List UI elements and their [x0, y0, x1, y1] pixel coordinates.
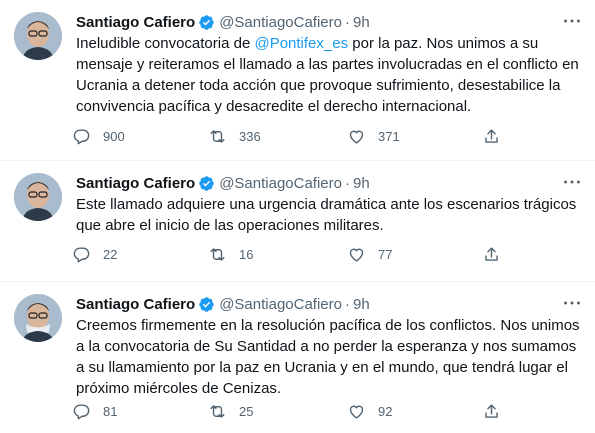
verified-badge-icon [199, 296, 214, 312]
like-button[interactable]: 77 [347, 239, 392, 269]
mention-link[interactable]: @Pontifex_es [254, 35, 348, 52]
timestamp[interactable]: 9h [353, 175, 370, 192]
reply-button[interactable]: 22 [72, 239, 117, 269]
share-button[interactable] [482, 396, 513, 426]
share-button[interactable] [482, 121, 513, 151]
tweet-3[interactable]: Santiago Cafiero @SantiagoCafiero · 9h C… [0, 282, 595, 433]
tweet-text: Ineludible convocatoria de @Pontifex_es … [76, 33, 581, 117]
timestamp[interactable]: 9h [353, 14, 370, 31]
share-icon [485, 128, 498, 143]
like-button[interactable]: 371 [347, 121, 400, 151]
reply-count: 81 [103, 403, 118, 419]
like-icon [349, 405, 364, 419]
retweet-icon [210, 404, 225, 418]
reply-button[interactable]: 900 [72, 121, 125, 151]
author-name[interactable]: Santiago Cafiero [76, 175, 195, 192]
reply-icon [73, 403, 90, 419]
separator-dot: · [345, 174, 350, 192]
tweet-text: Creemos firmemente en la resolución pací… [76, 317, 580, 397]
reply-button[interactable]: 81 [72, 396, 117, 426]
tweet-actions: 900 336 371 [72, 121, 542, 151]
tweet-text-part: Ineludible convocatoria de [76, 35, 255, 52]
avatar[interactable] [14, 12, 62, 60]
share-icon [485, 246, 498, 261]
retweet-button[interactable]: 16 [208, 239, 253, 269]
author-name[interactable]: Santiago Cafiero [76, 296, 195, 313]
avatar[interactable] [14, 294, 62, 342]
reply-count: 22 [103, 246, 118, 262]
verified-badge-icon [199, 14, 214, 30]
retweet-button[interactable]: 336 [208, 121, 261, 151]
like-count: 371 [378, 128, 400, 144]
timestamp[interactable]: 9h [353, 296, 370, 313]
reply-count: 900 [103, 128, 125, 144]
tweet-header: Santiago Cafiero @SantiagoCafiero · 9h [76, 173, 370, 193]
like-count: 92 [378, 403, 393, 419]
retweet-icon [210, 129, 225, 143]
share-button[interactable] [482, 239, 513, 269]
author-handle[interactable]: @SantiagoCafiero [219, 14, 342, 31]
tweet-actions: 22 16 77 [72, 239, 542, 269]
tweet-2[interactable]: Santiago Cafiero @SantiagoCafiero · 9h E… [0, 161, 595, 281]
retweet-count: 16 [239, 246, 254, 262]
verified-badge-icon [199, 175, 214, 191]
like-icon [349, 130, 364, 144]
reply-icon [73, 246, 90, 262]
retweet-count: 336 [239, 128, 261, 144]
author-name[interactable]: Santiago Cafiero [76, 14, 195, 31]
tweet-header: Santiago Cafiero @SantiagoCafiero · 9h [76, 294, 370, 314]
tweet-header: Santiago Cafiero @SantiagoCafiero · 9h [76, 12, 370, 32]
more-icon[interactable] [561, 292, 583, 314]
separator-dot: · [345, 13, 350, 31]
retweet-count: 25 [239, 403, 254, 419]
tweet-actions: 81 25 92 [72, 396, 542, 426]
avatar[interactable] [14, 173, 62, 221]
retweet-button[interactable]: 25 [208, 396, 253, 426]
share-icon [485, 403, 498, 418]
more-icon[interactable] [561, 10, 583, 32]
like-icon [349, 248, 364, 262]
more-icon[interactable] [561, 171, 583, 193]
tweet-1[interactable]: Santiago Cafiero @SantiagoCafiero · 9h I… [0, 0, 595, 160]
author-handle[interactable]: @SantiagoCafiero [219, 296, 342, 313]
tweet-text: Este llamado adquiere una urgencia dramá… [76, 196, 577, 234]
like-button[interactable]: 92 [347, 396, 392, 426]
like-count: 77 [378, 246, 393, 262]
separator-dot: · [345, 295, 350, 313]
retweet-icon [210, 247, 225, 261]
author-handle[interactable]: @SantiagoCafiero [219, 175, 342, 192]
reply-icon [73, 128, 90, 144]
